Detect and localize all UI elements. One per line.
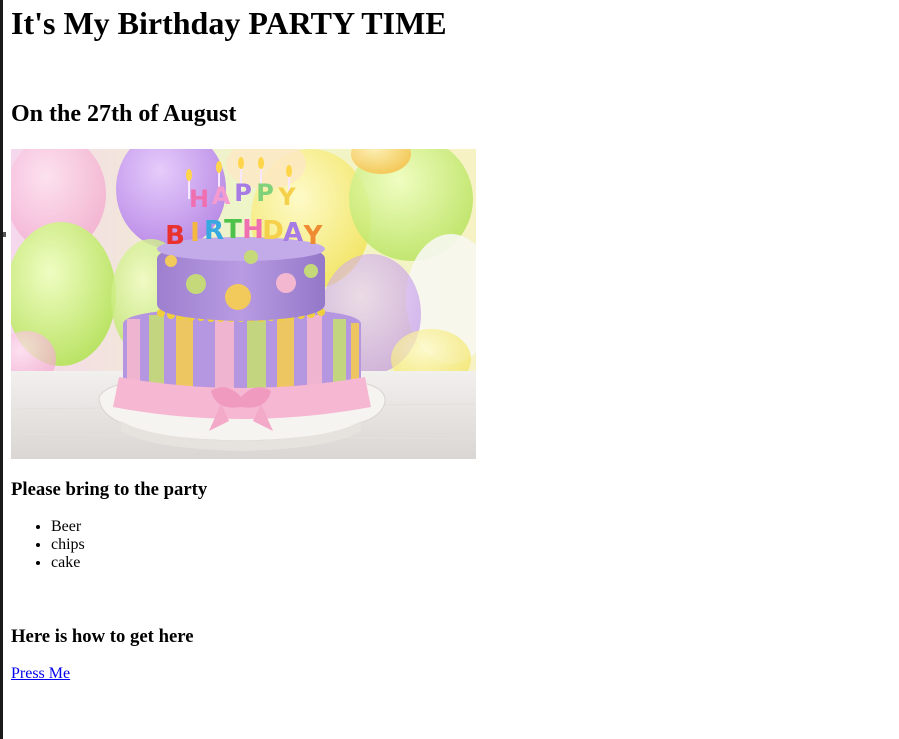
svg-text:Y: Y xyxy=(277,183,296,211)
svg-text:P: P xyxy=(256,179,274,207)
svg-text:A: A xyxy=(212,182,231,210)
bring-list: Beer chips cake xyxy=(11,518,85,572)
window-left-edge xyxy=(0,0,3,739)
birthday-cake-image: H A P P Y B I R T H D A Y xyxy=(11,149,476,459)
list-item: chips xyxy=(51,536,85,554)
svg-text:R: R xyxy=(204,216,224,246)
directions-heading: Here is how to get here xyxy=(11,626,194,647)
svg-text:H: H xyxy=(242,215,264,245)
svg-text:P: P xyxy=(234,179,252,207)
list-item: cake xyxy=(51,554,85,572)
svg-text:A: A xyxy=(283,218,303,248)
svg-text:I: I xyxy=(190,218,200,248)
svg-text:D: D xyxy=(262,216,284,246)
party-date-heading: On the 27th of August xyxy=(11,101,237,127)
svg-text:H: H xyxy=(189,185,209,213)
svg-text:T: T xyxy=(224,215,242,245)
list-item: Beer xyxy=(51,518,85,536)
svg-text:Y: Y xyxy=(303,221,324,251)
window-edge-marker xyxy=(3,232,6,237)
directions-link[interactable]: Press Me xyxy=(11,665,70,683)
svg-text:B: B xyxy=(165,221,185,251)
bring-list-heading: Please bring to the party xyxy=(11,479,208,500)
page-title: It's My Birthday PARTY TIME xyxy=(11,5,447,41)
